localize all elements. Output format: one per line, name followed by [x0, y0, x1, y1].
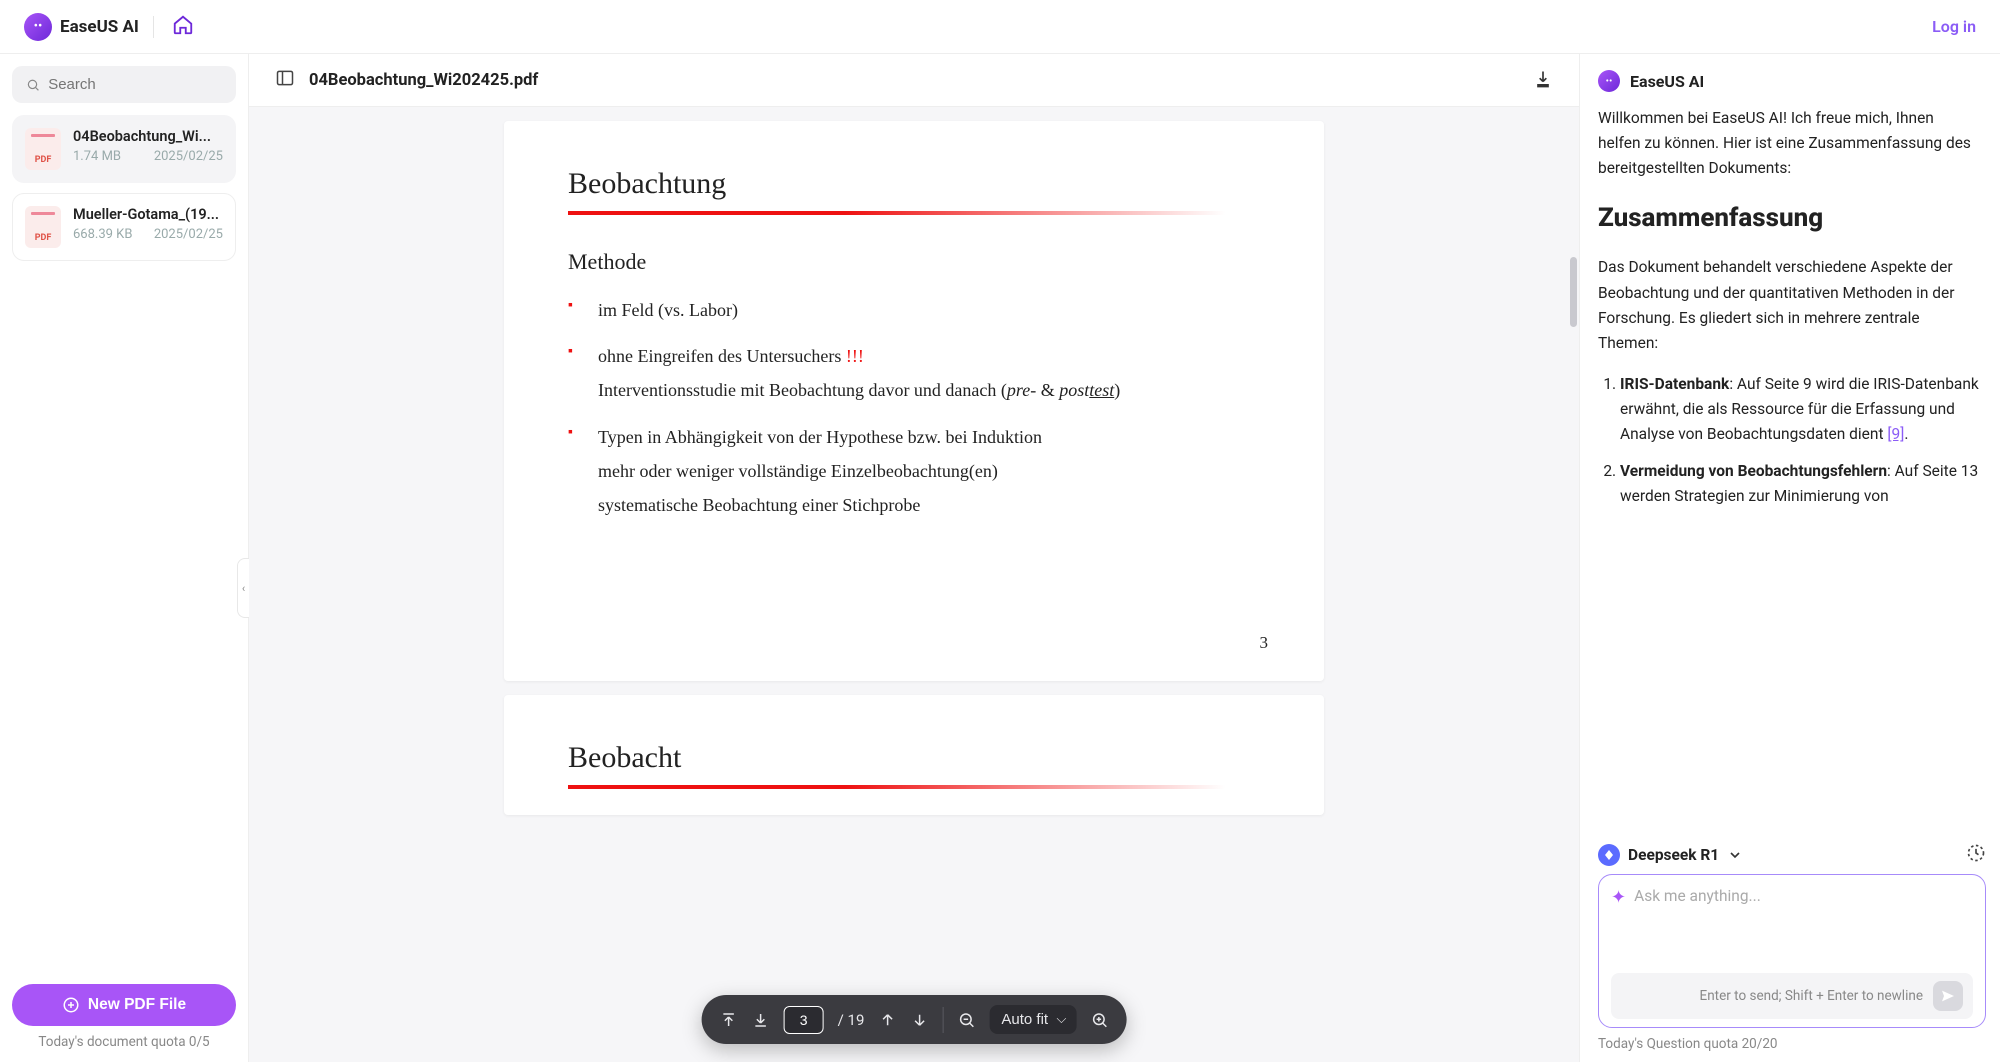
- question-quota: Today's Question quota 20/20: [1598, 1036, 1986, 1052]
- prev-page-button[interactable]: [878, 1011, 896, 1029]
- file-item[interactable]: PDF 04Beobachtung_Wi... 1.74 MB 2025/02/…: [12, 115, 236, 183]
- file-date: 2025/02/25: [154, 227, 223, 242]
- scrollbar-thumb[interactable]: [1570, 257, 1577, 327]
- next-page-button[interactable]: [910, 1011, 928, 1029]
- chat-header: •• EaseUS AI: [1598, 70, 1986, 92]
- summary-heading: Zusammenfassung: [1598, 197, 1980, 239]
- history-icon: [1966, 843, 1986, 863]
- zoom-in-button[interactable]: [1090, 1011, 1108, 1029]
- new-pdf-label: New PDF File: [88, 996, 186, 1014]
- app-name: EaseUS AI: [60, 17, 139, 37]
- zoom-select[interactable]: Auto fit: [989, 1005, 1076, 1034]
- document-viewport[interactable]: Beobachtung Methode im Feld (vs. Labor) …: [249, 107, 1579, 1062]
- download-icon: [1533, 69, 1553, 89]
- app-header: •• EaseUS AI Log in: [0, 0, 2000, 54]
- summary-paragraph: Das Dokument behandelt verschiedene Aspe…: [1598, 255, 1980, 355]
- arrow-up-bar-icon: [720, 1011, 738, 1029]
- chat-intro: Willkommen bei EaseUS AI! Ich freue mich…: [1598, 106, 1980, 181]
- chat-input[interactable]: [1634, 887, 1973, 967]
- chat-messages[interactable]: Willkommen bei EaseUS AI! Ich freue mich…: [1598, 106, 1986, 837]
- send-icon: [1940, 988, 1956, 1004]
- summary-item: IRIS-Datenbank: Auf Seite 9 wird die IRI…: [1620, 372, 1980, 447]
- model-selector[interactable]: Deepseek R1: [1598, 844, 1743, 866]
- model-name: Deepseek R1: [1628, 846, 1719, 864]
- home-button[interactable]: [168, 10, 198, 43]
- document-title: 04Beobachtung_Wi202425.pdf: [309, 71, 538, 90]
- zoom-out-icon: [957, 1011, 975, 1029]
- plus-circle-icon: [62, 996, 80, 1014]
- history-button[interactable]: [1966, 843, 1986, 866]
- login-link[interactable]: Log in: [1932, 17, 1976, 36]
- file-item[interactable]: PDF Mueller-Gotama_(19... 668.39 KB 2025…: [12, 193, 236, 261]
- search-input[interactable]: [48, 76, 222, 93]
- section-heading: Methode: [568, 249, 1260, 275]
- sidebar-collapse-handle[interactable]: ‹: [237, 558, 249, 618]
- zoom-in-icon: [1090, 1011, 1108, 1029]
- zoom-out-button[interactable]: [957, 1011, 975, 1029]
- pdf-icon: PDF: [25, 206, 61, 248]
- toolbar-divider: [942, 1007, 943, 1033]
- arrow-down-bar-icon: [752, 1011, 770, 1029]
- document-quota: Today's document quota 0/5: [38, 1034, 209, 1050]
- arrow-up-icon: [878, 1011, 896, 1029]
- input-hint: Enter to send; Shift + Enter to newline: [1700, 988, 1923, 1004]
- file-name: Mueller-Gotama_(19...: [73, 206, 223, 223]
- chevron-down-icon: [1727, 847, 1743, 863]
- scroll-top-button[interactable]: [720, 1011, 738, 1029]
- file-size: 1.74 MB: [73, 149, 121, 164]
- page-total: / 19: [838, 1011, 865, 1029]
- divider: [153, 16, 154, 38]
- download-button[interactable]: [1533, 69, 1553, 92]
- file-list: PDF 04Beobachtung_Wi... 1.74 MB 2025/02/…: [12, 115, 236, 261]
- model-badge-icon: [1598, 844, 1620, 866]
- chat-pane: •• EaseUS AI Willkommen bei EaseUS AI! I…: [1580, 54, 2000, 1062]
- bullet-item: im Feld (vs. Labor): [568, 293, 1260, 327]
- app-logo: •• EaseUS AI: [24, 13, 139, 41]
- file-name: 04Beobachtung_Wi...: [73, 128, 223, 145]
- pdf-icon: PDF: [25, 128, 61, 170]
- heading-rule: [568, 785, 1260, 789]
- page-reference-link[interactable]: [9]: [1887, 425, 1904, 443]
- new-pdf-button[interactable]: New PDF File: [12, 984, 236, 1026]
- document-icon: [275, 68, 295, 92]
- chat-title: EaseUS AI: [1630, 72, 1704, 91]
- document-header: 04Beobachtung_Wi202425.pdf: [249, 54, 1579, 107]
- home-icon: [172, 14, 194, 36]
- bullet-item: Typen in Abhängigkeit von der Hypothese …: [568, 420, 1260, 523]
- summary-item: Vermeidung von Beobachtungsfehlern: Auf …: [1620, 459, 1980, 509]
- send-button[interactable]: [1933, 981, 1963, 1011]
- page-heading: Beobacht: [568, 741, 1260, 775]
- sidebar: PDF 04Beobachtung_Wi... 1.74 MB 2025/02/…: [0, 54, 248, 1062]
- chat-logo-icon: ••: [1598, 70, 1620, 92]
- logo-mark-icon: ••: [24, 13, 52, 41]
- sparkle-icon: ✦: [1611, 887, 1626, 908]
- pdf-toolbar: / 19 Auto fit: [702, 995, 1127, 1044]
- search-box[interactable]: [12, 66, 236, 103]
- pdf-page: Beobachtung Methode im Feld (vs. Labor) …: [504, 121, 1324, 681]
- document-pane: ‹ 04Beobachtung_Wi202425.pdf Beobachtung: [248, 54, 1580, 1062]
- scroll-bottom-button[interactable]: [752, 1011, 770, 1029]
- page-number: 3: [1260, 633, 1269, 653]
- file-date: 2025/02/25: [154, 149, 223, 164]
- page-number-input[interactable]: [784, 1006, 824, 1034]
- bullet-item: ohne Eingreifen des Untersuchers !!! Int…: [568, 339, 1260, 407]
- chat-input-container: ✦ Enter to send; Shift + Enter to newlin…: [1598, 874, 1986, 1028]
- page-heading: Beobachtung: [568, 167, 1260, 201]
- pdf-page: Beobacht: [504, 695, 1324, 815]
- search-icon: [26, 77, 40, 93]
- heading-rule: [568, 211, 1260, 215]
- arrow-down-icon: [910, 1011, 928, 1029]
- file-size: 668.39 KB: [73, 227, 132, 242]
